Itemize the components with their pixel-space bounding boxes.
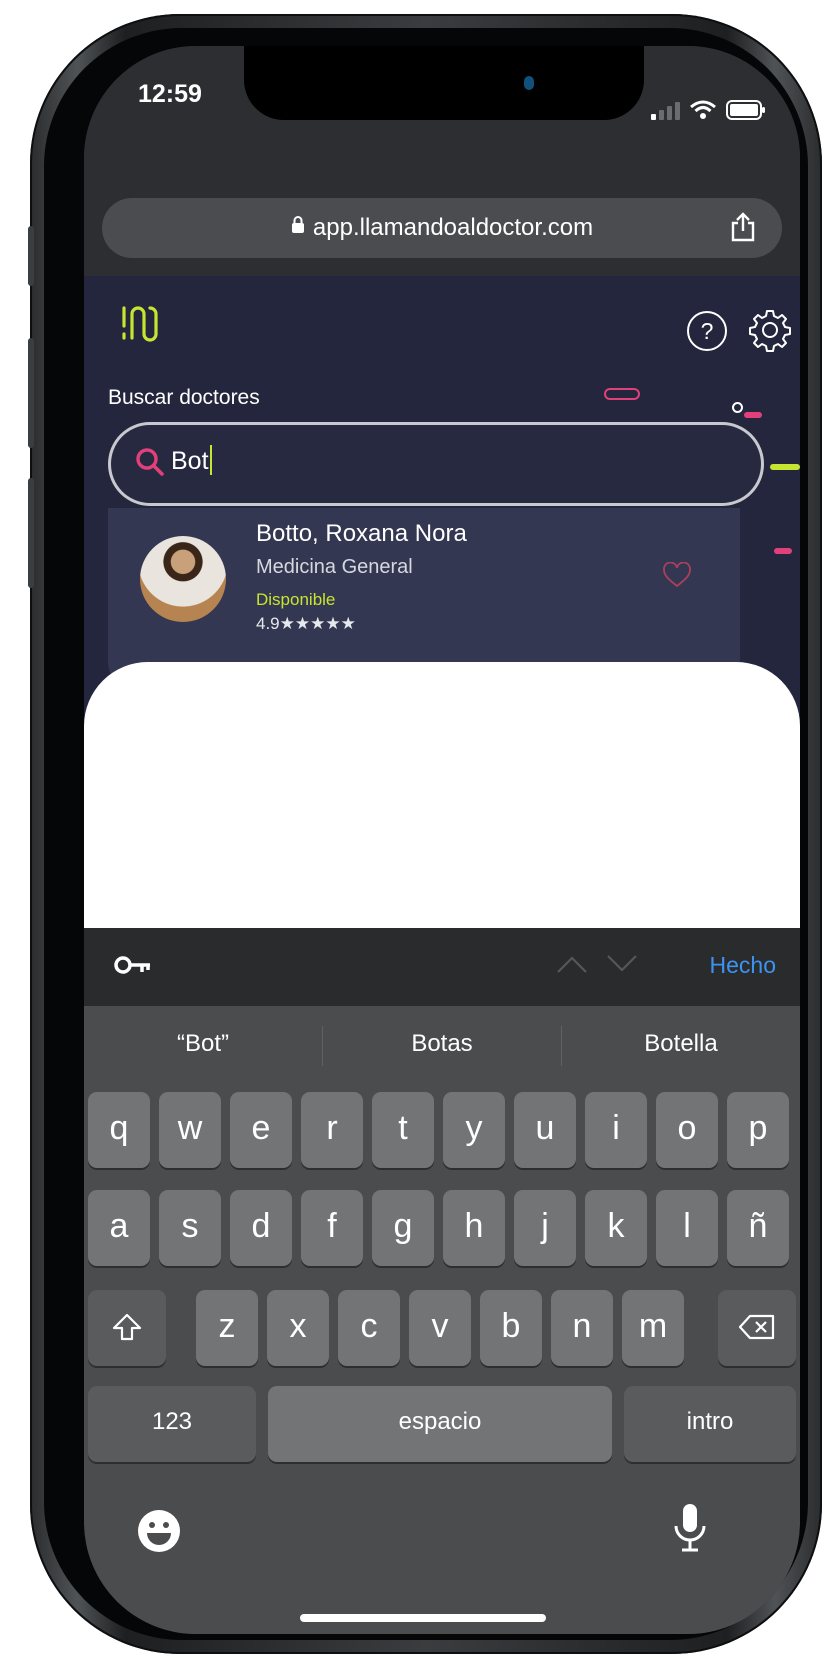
key-p[interactable]: p (727, 1092, 789, 1168)
cellular-signal-icon (651, 102, 680, 120)
password-key-icon[interactable] (114, 954, 152, 981)
notch (244, 46, 644, 120)
key-x[interactable]: x (267, 1290, 329, 1366)
shift-key[interactable] (88, 1290, 166, 1366)
doctor-result-card[interactable]: Botto, Roxana Nora Medicina General Disp… (108, 508, 740, 688)
screen: 12:59 app.llamandoaldoctor.com ? Buscar … (84, 46, 800, 1634)
doctor-specialty: Medicina General (256, 556, 413, 578)
url-text-row: app.llamandoaldoctor.com (102, 214, 782, 242)
key-c[interactable]: c (338, 1290, 400, 1366)
key-u[interactable]: u (514, 1092, 576, 1168)
key-a[interactable]: a (88, 1190, 150, 1266)
share-icon[interactable] (730, 212, 756, 247)
microphone-icon[interactable] (672, 1502, 708, 1559)
emoji-icon[interactable] (136, 1508, 182, 1559)
app-logo-icon (120, 304, 164, 349)
key-m[interactable]: m (622, 1290, 684, 1366)
decor-pink-dash (744, 412, 762, 418)
key-o[interactable]: o (656, 1092, 718, 1168)
svg-text:?: ? (701, 318, 714, 344)
volume-up-button (28, 338, 34, 448)
key-l[interactable]: l (656, 1190, 718, 1266)
search-icon (135, 447, 165, 482)
suggestion-3[interactable]: Botella (562, 1030, 800, 1058)
key-w[interactable]: w (159, 1092, 221, 1168)
key-y[interactable]: y (443, 1092, 505, 1168)
decor-pink-pill (604, 388, 640, 400)
doctor-rating: 4.9★★★★★ (256, 614, 356, 633)
key-d[interactable]: d (230, 1190, 292, 1266)
status-time: 12:59 (138, 80, 202, 108)
key-s[interactable]: s (159, 1190, 221, 1266)
backspace-key[interactable] (718, 1290, 796, 1366)
key-z[interactable]: z (196, 1290, 258, 1366)
search-label: Buscar doctores (108, 386, 260, 409)
doctor-name: Botto, Roxana Nora (256, 520, 467, 547)
suggestion-2[interactable]: Botas (323, 1030, 561, 1058)
keyboard: “Bot” Botas Botella qwertyuiop asdfghjkl… (84, 1006, 800, 1634)
lock-icon (291, 216, 305, 238)
key-f[interactable]: f (301, 1190, 363, 1266)
url-field[interactable]: app.llamandoaldoctor.com (102, 198, 782, 258)
next-field-chevron-icon[interactable] (606, 954, 638, 979)
decor-pink-dash-2 (774, 548, 792, 554)
camera-dot (524, 76, 534, 90)
key-n[interactable]: n (551, 1290, 613, 1366)
doctor-availability: Disponible (256, 590, 336, 609)
battery-icon (726, 100, 765, 120)
key-j[interactable]: j (514, 1190, 576, 1266)
key-k[interactable]: k (585, 1190, 647, 1266)
return-key[interactable]: intro (624, 1386, 796, 1462)
key-ñ[interactable]: ñ (727, 1190, 789, 1266)
doctor-avatar (140, 536, 226, 622)
status-bar: 12:59 (84, 46, 800, 146)
key-q[interactable]: q (88, 1092, 150, 1168)
home-indicator (300, 1614, 546, 1622)
decor-circle (732, 402, 743, 413)
key-b[interactable]: b (480, 1290, 542, 1366)
mute-switch (28, 226, 34, 286)
browser-address-bar: app.llamandoaldoctor.com (84, 146, 800, 276)
keyboard-toolbar: Hecho (84, 928, 800, 1006)
search-field[interactable]: Bot (108, 422, 764, 506)
space-key[interactable]: espacio (268, 1386, 612, 1462)
url-text: app.llamandoaldoctor.com (312, 214, 594, 241)
text-caret (209, 445, 212, 475)
favorite-heart-icon[interactable] (662, 561, 692, 593)
suggestion-1[interactable]: “Bot” (84, 1030, 322, 1058)
help-icon[interactable]: ? (686, 310, 728, 357)
key-h[interactable]: h (443, 1190, 505, 1266)
search-input[interactable]: Bot (171, 445, 731, 476)
wifi-icon (690, 100, 716, 119)
previous-field-chevron-icon[interactable] (556, 954, 588, 979)
volume-down-button (28, 478, 34, 588)
decor-green-dash (770, 464, 800, 470)
key-r[interactable]: r (301, 1092, 363, 1168)
key-i[interactable]: i (585, 1092, 647, 1168)
key-g[interactable]: g (372, 1190, 434, 1266)
search-input-value: Bot (171, 447, 209, 475)
status-icons (651, 98, 766, 120)
key-t[interactable]: t (372, 1092, 434, 1168)
key-e[interactable]: e (230, 1092, 292, 1168)
key-v[interactable]: v (409, 1290, 471, 1366)
gear-icon[interactable] (748, 308, 792, 357)
numbers-key[interactable]: 123 (88, 1386, 256, 1462)
done-button[interactable]: Hecho (710, 952, 776, 979)
suggestion-bar: “Bot” Botas Botella (84, 1006, 800, 1084)
